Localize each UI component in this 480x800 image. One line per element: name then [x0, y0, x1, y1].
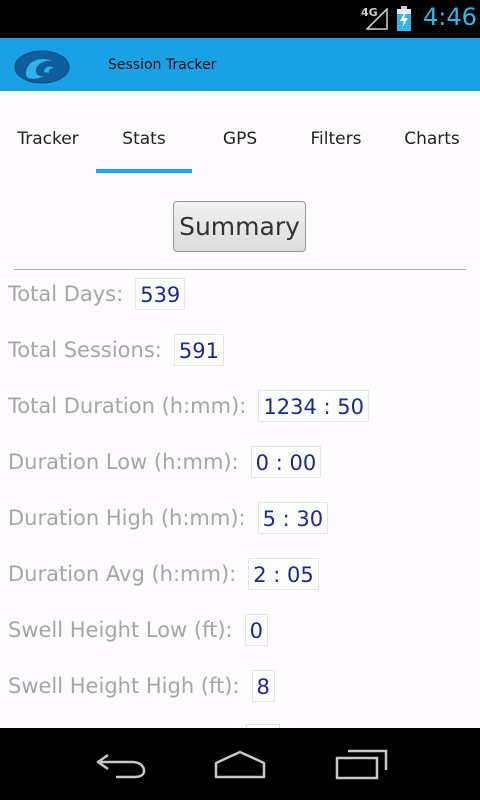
home-button[interactable]	[210, 742, 270, 786]
stat-row-swell-height-low: Swell Height Low (ft): 0	[8, 614, 268, 646]
tab-bar: Tracker Stats GPS Filters Charts	[0, 91, 480, 174]
action-bar: Session Tracker	[0, 38, 480, 91]
battery-charging-icon	[397, 6, 411, 31]
tab-filters[interactable]: Filters	[288, 91, 384, 174]
status-clock: 4:46	[423, 3, 477, 31]
tab-label: Stats	[122, 129, 166, 149]
navigation-bar	[0, 728, 480, 800]
tab-label: Charts	[404, 129, 460, 149]
stat-label: Total Sessions:	[8, 338, 162, 362]
stat-value: 591	[173, 334, 224, 366]
app-title: Session Tracker	[108, 57, 217, 73]
stat-label: Duration Low (h:mm):	[8, 450, 239, 474]
stat-label: Total Duration (h:mm):	[8, 394, 247, 418]
stat-value: 8	[251, 670, 275, 702]
signal-icon	[366, 8, 388, 30]
stat-row-total-sessions: Total Sessions: 591	[8, 334, 224, 366]
stat-label: Duration Avg (h:mm):	[8, 562, 237, 586]
recents-button[interactable]	[331, 742, 391, 786]
stat-label: Swell Height Low (ft):	[8, 618, 233, 642]
stat-row-total-days: Total Days: 539	[8, 278, 186, 310]
status-bar: 4G 4:46	[0, 0, 480, 38]
selected-tab-indicator	[96, 169, 192, 173]
stat-label: Duration High (h:mm):	[8, 506, 246, 530]
summary-button[interactable]: Summary	[173, 201, 306, 252]
back-icon	[96, 753, 146, 779]
tab-charts[interactable]: Charts	[384, 91, 480, 174]
stat-row-duration-avg: Duration Avg (h:mm): 2 : 05	[8, 558, 319, 590]
stat-label: Swell Height High (ft):	[8, 674, 240, 698]
stat-row-duration-high: Duration High (h:mm): 5 : 30	[8, 502, 329, 534]
stat-value: 1234 : 50	[258, 390, 369, 422]
tab-tracker[interactable]: Tracker	[0, 91, 96, 174]
tab-label: GPS	[222, 129, 258, 149]
tab-stats[interactable]: Stats	[96, 91, 192, 174]
stat-row-swell-height-high: Swell Height High (ft): 8	[8, 670, 275, 702]
stat-value: 5 : 30	[257, 502, 329, 534]
stat-row-duration-low: Duration Low (h:mm): 0 : 00	[8, 446, 322, 478]
recents-icon	[335, 749, 388, 780]
stat-value: 0	[244, 614, 268, 646]
stat-value: 539	[135, 278, 186, 310]
tab-gps[interactable]: GPS	[192, 91, 288, 174]
stat-value: 2 : 05	[248, 558, 319, 590]
stat-value: 0 : 00	[250, 446, 322, 478]
back-button[interactable]	[90, 742, 150, 786]
tab-label: Filters	[310, 129, 362, 149]
tab-label: Tracker	[17, 129, 79, 149]
stat-label: Total Days:	[8, 282, 124, 306]
stat-row-total-duration: Total Duration (h:mm): 1234 : 50	[8, 390, 369, 422]
divider	[14, 269, 466, 270]
wave-logo-icon[interactable]	[14, 50, 70, 84]
home-icon	[214, 750, 266, 779]
